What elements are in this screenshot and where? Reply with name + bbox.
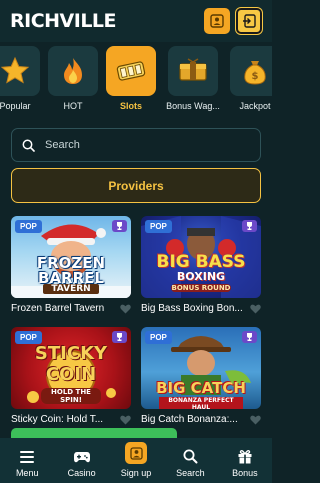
hamburger-icon <box>20 451 35 463</box>
heart-icon[interactable] <box>120 304 131 314</box>
game-thumbnail[interactable]: FROZEN BARREL TAVERN POP <box>11 216 131 298</box>
signin-icon <box>243 14 256 28</box>
providers-button[interactable]: Providers <box>11 168 261 203</box>
trophy-badge <box>112 331 127 343</box>
game-art-title: BIG BASS <box>156 252 246 272</box>
category-tile <box>48 46 98 96</box>
nav-label: Search <box>176 468 205 478</box>
game-thumbnail[interactable]: BIG CATCH BONANZA PERFECT HAUL POP <box>141 327 261 409</box>
bonus-chest-icon <box>179 58 207 81</box>
category-label: Slots <box>119 101 142 111</box>
nav-label: Menu <box>15 468 39 478</box>
svg-text:$: $ <box>252 71 259 82</box>
category-label: Bonus Wag... <box>166 101 220 111</box>
game-info-row: Big Bass Boxing Bon... <box>141 303 261 314</box>
login-icon <box>210 14 224 28</box>
game-title[interactable]: Sticky Coin: Hold T... <box>11 414 115 425</box>
pop-badge: POP <box>145 331 172 344</box>
game-card-frozen-barrel-tavern[interactable]: FROZEN BARREL TAVERN POP Frozen Barrel T… <box>11 216 131 314</box>
trophy-badge <box>112 220 127 232</box>
top-header: RICHVILLE <box>0 0 272 42</box>
category-tile: $ <box>230 46 272 96</box>
pop-badge: POP <box>15 331 42 344</box>
flame-icon <box>64 58 82 84</box>
category-hot[interactable]: HOT <box>48 46 98 118</box>
trophy-badge <box>242 331 257 343</box>
game-thumbnail[interactable]: BIG BASS BOXING BONUS ROUND POP <box>141 216 261 298</box>
nav-search[interactable]: Search <box>163 438 217 483</box>
category-jackpot[interactable]: $ Jackpot <box>230 46 272 118</box>
game-title[interactable]: Big Catch Bonanza:... <box>141 414 245 425</box>
category-tile <box>168 46 218 96</box>
brand-logo[interactable]: RICHVILLE <box>10 10 117 32</box>
signin-button[interactable] <box>236 8 262 34</box>
category-popular[interactable]: Popular <box>0 46 40 118</box>
signup-icon-wrapper <box>125 442 148 464</box>
game-info-row: Sticky Coin: Hold T... <box>11 414 131 425</box>
game-info-row: Big Catch Bonanza:... <box>141 414 261 425</box>
heart-icon[interactable] <box>120 415 131 425</box>
game-art-title: STICKY <box>34 343 108 364</box>
search-icon <box>22 139 35 152</box>
search-bar[interactable] <box>11 128 261 162</box>
game-card-big-bass-boxing[interactable]: BIG BASS BOXING BONUS ROUND POP Big Bass… <box>141 216 261 314</box>
game-art-title: BIG CATCH <box>156 379 246 397</box>
star-icon <box>0 56 30 84</box>
trophy-badge <box>242 220 257 232</box>
category-slots[interactable]: Slots <box>106 46 156 118</box>
search-icon <box>183 449 198 464</box>
trophy-icon <box>117 222 122 230</box>
game-card-sticky-coin[interactable]: STICKY COIN HOLD THE SPIN! POP Sticky Co… <box>11 327 131 425</box>
category-carousel[interactable]: Popular HOT Slots Bonus Wag... $ Jackpot <box>0 46 272 118</box>
nav-signup[interactable]: Sign up <box>109 438 163 483</box>
header-actions <box>204 8 262 34</box>
app-root: RICHVILLE Popular HOT Slots Bonus Wag...… <box>0 0 272 483</box>
pop-badge: POP <box>15 220 42 233</box>
slot-reel-icon <box>116 61 146 81</box>
nav-label: Casino <box>67 468 96 478</box>
nav-bonus[interactable]: Bonus <box>218 438 272 483</box>
money-bag-icon: $ <box>244 61 266 85</box>
heart-icon[interactable] <box>250 304 261 314</box>
game-art-title: HOLD THE SPIN! <box>41 388 101 404</box>
game-art-title: BOXING <box>176 270 226 283</box>
search-input[interactable] <box>45 139 245 151</box>
game-card-big-catch-bonanza[interactable]: BIG CATCH BONANZA PERFECT HAUL POP Big C… <box>141 327 261 425</box>
trophy-icon <box>117 333 122 341</box>
gamepad-icon <box>73 452 90 463</box>
nav-label: Bonus <box>232 468 258 478</box>
game-art-title: BONUS ROUND <box>171 284 231 292</box>
pop-badge: POP <box>145 220 172 233</box>
signup-icon <box>129 446 143 460</box>
nav-casino[interactable]: Casino <box>54 438 108 483</box>
heart-icon[interactable] <box>250 415 261 425</box>
trophy-icon <box>247 222 252 230</box>
login-button[interactable] <box>204 8 230 34</box>
game-title[interactable]: Big Bass Boxing Bon... <box>141 303 245 314</box>
game-art-title: COIN <box>45 364 97 385</box>
game-info-row: Frozen Barrel Tavern <box>11 303 131 314</box>
game-art-title: BONANZA PERFECT HAUL <box>159 397 243 409</box>
gift-icon <box>238 450 252 464</box>
category-tile <box>0 46 40 96</box>
game-art-title: TAVERN <box>43 284 99 294</box>
nav-menu[interactable]: Menu <box>0 438 54 483</box>
game-title[interactable]: Frozen Barrel Tavern <box>11 303 115 314</box>
game-thumbnail[interactable]: STICKY COIN HOLD THE SPIN! POP <box>11 327 131 409</box>
category-tile <box>106 46 156 96</box>
trophy-icon <box>247 333 252 341</box>
category-bonus-wager[interactable]: Bonus Wag... <box>164 46 222 118</box>
category-label: Popular <box>0 101 31 111</box>
category-label: HOT <box>63 101 83 111</box>
category-label: Jackpot <box>239 101 271 111</box>
providers-label: Providers <box>108 178 164 193</box>
bottom-nav: Menu Casino Sign up Search Bonus <box>0 438 272 483</box>
nav-label: Sign up <box>120 468 152 478</box>
